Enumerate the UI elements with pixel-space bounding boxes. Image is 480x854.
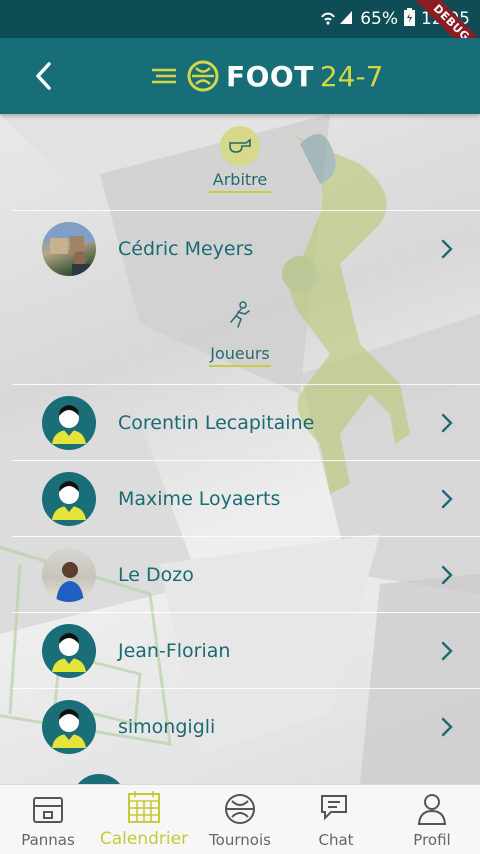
- section-referee-label: Arbitre: [212, 170, 268, 189]
- person-icon: [415, 791, 449, 827]
- default-avatar-icon: [42, 623, 96, 678]
- nav-label: Tournois: [209, 831, 271, 849]
- nav-calendrier[interactable]: Calendrier: [96, 785, 192, 854]
- player-row[interactable]: Maxime Loyaerts: [12, 460, 480, 536]
- nav-pannas[interactable]: Pannas: [0, 785, 96, 854]
- chevron-right-icon: [432, 717, 462, 737]
- player-name: Le Dozo: [118, 563, 194, 586]
- logo-text: FOOT: [226, 59, 314, 93]
- default-avatar-icon: [42, 699, 96, 754]
- battery-icon: [404, 7, 415, 31]
- speed-lines-icon: [152, 68, 176, 84]
- app-bar: FOOT 24-7: [0, 38, 480, 114]
- nav-label: Chat: [318, 831, 354, 849]
- player-name: Maxime Loyaerts: [118, 487, 281, 510]
- section-underline: [209, 365, 271, 367]
- chevron-right-icon: [432, 489, 462, 509]
- app-logo: FOOT 24-7: [150, 56, 383, 96]
- player-name: simongigli: [118, 715, 216, 738]
- nav-tournois[interactable]: Tournois: [192, 785, 288, 854]
- section-underline: [209, 191, 271, 193]
- player-row[interactable]: simongigli: [12, 688, 480, 764]
- referee-row[interactable]: Cédric Meyers: [12, 210, 480, 286]
- chevron-right-icon: [432, 413, 462, 433]
- signal-icon: [320, 9, 354, 29]
- player-name: Jean-Florian: [118, 639, 231, 662]
- logo-number: 24-7: [319, 59, 384, 93]
- match-detail-content: Arbitre Cédric Meyers Joueurs Corentin L…: [0, 114, 480, 784]
- status-bar: 65% 12:05 DEBUG: [0, 0, 480, 69]
- chevron-right-icon: [432, 565, 462, 585]
- default-avatar-icon: [42, 471, 96, 526]
- battery-percent: 65%: [360, 9, 398, 29]
- chest-icon: [31, 791, 65, 827]
- chevron-right-icon: [432, 239, 462, 259]
- nav-label: Calendrier: [99, 829, 189, 849]
- chevron-left-icon: [36, 62, 51, 90]
- bottom-navigation: Pannas Calendrier Tournois Chat Profil: [0, 784, 480, 854]
- section-players-label: Joueurs: [210, 344, 270, 363]
- section-referee: Arbitre: [0, 126, 480, 193]
- chevron-right-icon: [432, 641, 462, 661]
- nav-label: Profil: [413, 831, 451, 849]
- player-row[interactable]: Le Dozo: [12, 536, 480, 612]
- ball-icon: [223, 791, 257, 827]
- running-player-icon: [230, 301, 250, 328]
- referee-name: Cédric Meyers: [118, 237, 254, 260]
- player-row[interactable]: Corentin Lecapitaine: [12, 384, 480, 460]
- avatar: [42, 547, 96, 602]
- calendar-icon: [126, 789, 162, 825]
- football-logo-icon: [187, 60, 219, 92]
- avatar: [42, 221, 96, 276]
- section-players: Joueurs: [0, 300, 480, 367]
- nav-profil[interactable]: Profil: [384, 785, 480, 854]
- player-name: Corentin Lecapitaine: [118, 411, 315, 434]
- back-button[interactable]: [24, 56, 64, 96]
- whistle-icon: [220, 126, 260, 166]
- player-row[interactable]: Jean-Florian: [12, 612, 480, 688]
- chat-icon: [319, 791, 353, 827]
- default-avatar-icon: [42, 395, 96, 450]
- nav-chat[interactable]: Chat: [288, 785, 384, 854]
- nav-label: Pannas: [21, 831, 75, 849]
